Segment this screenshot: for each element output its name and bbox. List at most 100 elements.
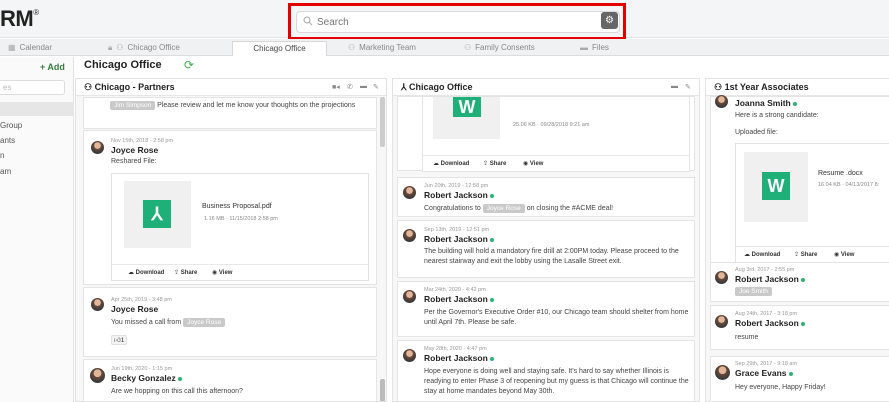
- sidebar-item[interactable]: n: [0, 151, 4, 160]
- post-timestamp: Aug 3rd, 2017 - 2:55 pm: [735, 267, 795, 273]
- view-button[interactable]: ◉ View: [523, 160, 543, 167]
- tab-files[interactable]: ▬ Files: [580, 41, 680, 56]
- edit-icon[interactable]: ✎: [685, 83, 691, 91]
- author-name[interactable]: Robert Jackson: [735, 318, 805, 328]
- post-timestamp: Jun 19th, 2020 - 1:15 pm: [111, 366, 173, 372]
- post: Aug 24th, 2017 - 3:18 pm Robert Jackson …: [710, 305, 889, 350]
- avatar[interactable]: [715, 271, 728, 284]
- mention-chip[interactable]: Joe Smith: [735, 287, 772, 296]
- users-icon: ⚇: [464, 43, 472, 52]
- tab-calendar[interactable]: ▦ Calendar: [8, 41, 88, 56]
- top-bar: RM® ⚙: [0, 0, 889, 40]
- column-chicago-partners: ⚇ Chicago - Partners ■◂ ✆ ▬ ✎ Jim Simpso…: [75, 78, 387, 402]
- column-title: ⚇ 1st Year Associates: [714, 82, 809, 92]
- view-button[interactable]: ◉ View: [834, 251, 854, 258]
- author-name[interactable]: Robert Jackson: [424, 234, 494, 244]
- author-name[interactable]: Joyce Rose: [111, 145, 158, 155]
- post-text: Congratulations to Joyce Rose on closing…: [424, 204, 614, 213]
- post: May 28th, 2020 - 4:47 pm Robert Jackson …: [397, 340, 695, 401]
- sidebar-item[interactable]: Group: [0, 121, 22, 130]
- video-icon[interactable]: ■◂: [332, 83, 340, 91]
- mention-chip[interactable]: Joyce Rose: [183, 318, 226, 327]
- tab-chicago-office[interactable]: Chicago Office: [232, 41, 327, 56]
- add-button[interactable]: + Add: [40, 62, 65, 72]
- avatar[interactable]: [90, 368, 105, 383]
- online-status-dot: [489, 297, 494, 302]
- share-button[interactable]: ⇪ Share: [174, 269, 197, 276]
- share-button[interactable]: ⇪ Share: [483, 160, 506, 167]
- sidebar-item[interactable]: am: [0, 167, 11, 176]
- post: Sep 13th, 2019 - 12:51 pm Robert Jackson…: [397, 220, 695, 278]
- calendar-icon: ▦: [8, 43, 16, 52]
- post: Jim Simpson Please review and let me kno…: [83, 97, 377, 129]
- avatar[interactable]: [91, 141, 104, 154]
- users-icon: ⚇: [714, 82, 725, 92]
- scrollbar-thumb[interactable]: [380, 379, 385, 401]
- like-badge[interactable]: 👍︎1: [111, 335, 128, 345]
- edit-icon[interactable]: ✎: [373, 83, 379, 91]
- folder-icon[interactable]: ▬: [360, 83, 367, 90]
- avatar[interactable]: [403, 290, 416, 303]
- file-name[interactable]: Business Proposal.pdf: [202, 203, 272, 210]
- post-timestamp: Jun 20th, 2019 - 12:58 pm: [424, 183, 489, 189]
- column-1st-year-associates: ⚇ 1st Year Associates Joanna Smith Here …: [705, 78, 889, 402]
- refresh-icon[interactable]: ⟳: [184, 58, 194, 72]
- post: Joanna Smith Here is a strong candidate:…: [710, 95, 889, 266]
- word-icon: W: [453, 97, 481, 117]
- column-title: ⅄ Chicago Office: [401, 82, 473, 92]
- post-timestamp: Mar 24th, 2020 - 4:42 pm: [424, 287, 486, 293]
- post-text: Here is a strong candidate:: [735, 112, 819, 119]
- tab-chicago-office-group[interactable]: 🔒︎ ⚇ Chicago Office: [108, 41, 218, 56]
- avatar[interactable]: [715, 365, 730, 380]
- post: Jun 19th, 2020 - 1:15 pm Becky Gonzalez …: [83, 359, 377, 401]
- avatar[interactable]: [403, 349, 416, 362]
- post: Apr 25th, 2019 - 3:48 pm Joyce Rose You …: [83, 287, 377, 357]
- avatar[interactable]: [91, 298, 104, 311]
- author-name[interactable]: Robert Jackson: [424, 353, 494, 363]
- folder-icon[interactable]: ▬: [671, 83, 678, 90]
- scrollbar[interactable]: [380, 97, 385, 147]
- author-name[interactable]: Joanna Smith: [735, 98, 797, 108]
- author-name[interactable]: Robert Jackson: [424, 294, 494, 304]
- author-name[interactable]: Becky Gonzalez: [111, 373, 182, 383]
- post-timestamp: Apr 25th, 2019 - 3:48 pm: [111, 297, 172, 303]
- file-name[interactable]: Resume .docx: [818, 170, 863, 177]
- sidebar-selected-item[interactable]: [0, 102, 74, 116]
- author-name[interactable]: Robert Jackson: [424, 190, 494, 200]
- post-text: Joe Smith: [735, 287, 772, 297]
- file-attachment[interactable]: W 25.06 KB · 09/28/2018 9:21 am ☁ Downlo…: [422, 96, 690, 172]
- sidebar-item[interactable]: ants: [0, 136, 15, 145]
- mention-chip[interactable]: Jim Simpson: [110, 101, 156, 110]
- post-timestamp: Nov 15th, 2018 - 2:58 pm: [111, 138, 174, 144]
- sidebar-filter-input[interactable]: es: [0, 80, 65, 95]
- download-button[interactable]: ☁ Download: [433, 160, 469, 167]
- share-button[interactable]: ⇪ Share: [794, 251, 817, 258]
- word-icon: W: [762, 172, 790, 200]
- author-name[interactable]: Joyce Rose: [111, 304, 158, 314]
- download-button[interactable]: ☁ Download: [128, 269, 164, 276]
- tab-family-consents[interactable]: ⚇ Family Consents: [464, 41, 574, 56]
- column-title: ⚇ Chicago - Partners: [84, 82, 175, 92]
- post-text: Are we hopping on this call this afterno…: [111, 388, 243, 395]
- avatar[interactable]: [715, 315, 728, 328]
- phone-icon[interactable]: ✆: [347, 83, 353, 91]
- file-attachment[interactable]: W Resume .docx 16.04 KB · 04/13/2017 8: …: [735, 143, 889, 263]
- tab-marketing-team[interactable]: ⚇ Marketing Team: [348, 41, 448, 56]
- online-status-dot: [800, 321, 805, 326]
- post: Mar 24th, 2020 - 4:42 pm Robert Jackson …: [397, 281, 695, 337]
- tab-bar: ▦ Calendar 🔒︎ ⚇ Chicago Office Chicago Offi…: [0, 39, 889, 92]
- author-name[interactable]: Robert Jackson: [735, 274, 805, 284]
- app-logo[interactable]: RM®: [0, 6, 39, 32]
- post-timestamp: Sep 29th, 2017 - 9:18 am: [735, 361, 798, 367]
- author-name[interactable]: Grace Evans: [735, 368, 793, 378]
- avatar[interactable]: [403, 229, 416, 242]
- view-button[interactable]: ◉ View: [212, 269, 232, 276]
- highlight-box: [288, 3, 626, 40]
- download-button[interactable]: ☁ Download: [744, 251, 780, 258]
- folder-icon: ▬: [580, 43, 588, 52]
- post: Aug 3rd, 2017 - 2:55 pm Robert Jackson J…: [710, 262, 889, 302]
- file-attachment[interactable]: ⅄ Business Proposal.pdf 1.16 MB · 11/15/…: [111, 173, 369, 281]
- mention-chip[interactable]: Joyce Rose: [482, 204, 525, 213]
- avatar[interactable]: [715, 95, 728, 108]
- avatar[interactable]: [403, 186, 416, 199]
